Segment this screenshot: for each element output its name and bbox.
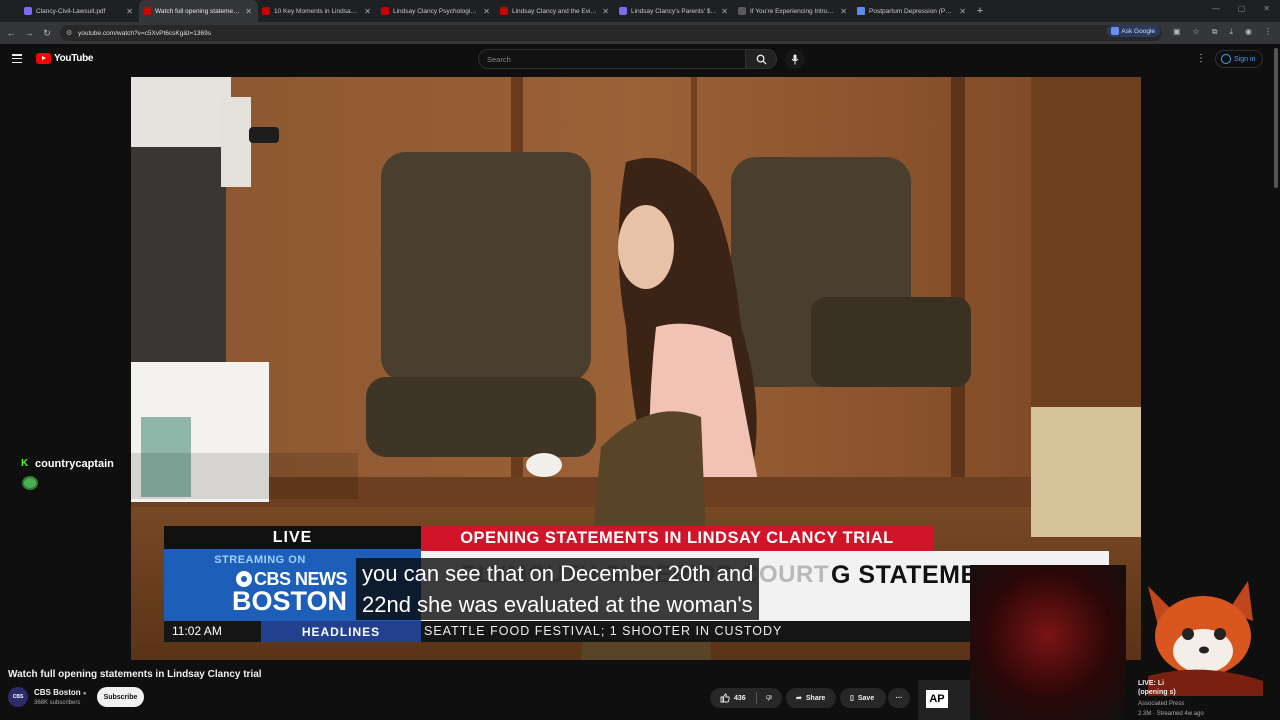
pdf-icon: [619, 7, 627, 15]
like-dislike-group: 436: [710, 688, 782, 708]
red-panda-avatar-icon: [1148, 581, 1263, 696]
channel-avatar[interactable]: CBS: [8, 687, 28, 707]
bookmark-star-icon[interactable]: ☆: [1193, 27, 1200, 37]
youtube-icon: [381, 7, 389, 15]
chat-username: countrycaptain: [35, 458, 114, 470]
account-icon: [1221, 54, 1231, 64]
new-tab-button[interactable]: +: [972, 5, 988, 17]
chat-overlay: K countrycaptain: [18, 453, 358, 499]
back-arrow-icon[interactable]: ←: [2, 28, 20, 38]
browser-tab[interactable]: Lindsay Clancy and the Eviden ✕: [496, 0, 615, 22]
subscriber-count: 368K subscribers: [34, 700, 81, 706]
youtube-icon: [262, 7, 270, 15]
pdf-icon: [24, 7, 32, 15]
browser-tab[interactable]: 10 Key Moments in Lindsay Cla ✕: [258, 0, 377, 22]
city-label: BOSTON: [232, 586, 348, 616]
headline-banner: OPENING STATEMENTS IN LINDSAY CLANCY TRI…: [421, 526, 933, 551]
google-lens-icon: [1111, 27, 1120, 35]
youtube-icon: [143, 7, 151, 15]
close-tab-icon[interactable]: ✕: [602, 7, 609, 16]
channel-name[interactable]: CBS Boston ●: [34, 688, 87, 697]
chat-overlay-backdrop: [128, 453, 358, 499]
close-tab-icon[interactable]: ✕: [126, 7, 133, 16]
extensions-icon[interactable]: ⧉: [1212, 27, 1218, 37]
close-tab-icon[interactable]: ✕: [721, 7, 728, 16]
reload-icon[interactable]: ↻: [38, 28, 56, 39]
more-actions-button[interactable]: ···: [888, 688, 910, 708]
menu-icon[interactable]: [12, 54, 22, 64]
close-tab-icon[interactable]: ✕: [840, 7, 847, 16]
live-label: LIVE: [164, 526, 421, 549]
browser-tab[interactable]: If You're Experiencing Intrusive ✕: [734, 0, 853, 22]
maximize-icon[interactable]: ▢: [1238, 4, 1246, 13]
share-button[interactable]: ➦ Share: [786, 688, 836, 708]
screenshot-icon[interactable]: ▣: [1173, 27, 1181, 37]
close-tab-icon[interactable]: ✕: [959, 7, 966, 16]
browser-toolbar: ← → ↻ ⚙ youtube.com/watch?v=c5XvPt6csKg&…: [0, 22, 1280, 44]
site-info-icon[interactable]: ⚙: [66, 29, 72, 37]
browser-tab[interactable]: Postpartum Depression (PPD): ✕: [853, 0, 972, 22]
browser-tab[interactable]: Clancy-Civil-Lawsuit.pdf ✕: [20, 0, 139, 22]
browser-tab[interactable]: Lindsay Clancy Psychologist Di ✕: [377, 0, 496, 22]
like-button[interactable]: 436: [720, 693, 746, 703]
subscribe-button[interactable]: Subscribe: [97, 687, 144, 707]
recommended-channel: Associated Press: [1138, 701, 1185, 707]
close-window-icon[interactable]: ✕: [1263, 4, 1270, 13]
close-tab-icon[interactable]: ✕: [245, 7, 252, 16]
closed-caption: you can see that on December 20th and 22…: [356, 558, 760, 620]
settings-kebab-icon[interactable]: ⋮: [1196, 53, 1206, 64]
profile-icon[interactable]: ◉: [1245, 27, 1252, 37]
browser-tab[interactable]: Lindsay Clancy's Parents' $1 M ✕: [615, 0, 734, 22]
search-icon: [756, 54, 767, 65]
stream-overlay-artwork: [970, 565, 1126, 720]
youtube-header: YouTube Search ⋮ Sign in: [0, 44, 1280, 76]
ap-logo: AP: [926, 690, 948, 708]
share-arrow-icon: ➦: [796, 695, 802, 702]
verified-icon: ●: [82, 691, 87, 697]
caption-line-2: 22nd she was evaluated at the woman's: [362, 592, 753, 617]
headlines-label: HEADLINES: [261, 621, 421, 642]
download-icon[interactable]: ⤓: [1229, 27, 1233, 37]
recommended-video-thumbnail[interactable]: AP: [918, 680, 970, 720]
browser-tab-strip: Clancy-Civil-Lawsuit.pdf ✕ Watch full ope…: [0, 0, 1280, 22]
recommended-video-title[interactable]: LIVE: Li (opening s): [1138, 679, 1218, 697]
url-text: youtube.com/watch?v=c5XvPt6csKg&t=1369s: [78, 29, 211, 37]
recommended-meta: 2.3M · Streamed 4w ago: [1138, 711, 1204, 717]
voice-search-button[interactable]: [785, 49, 805, 69]
ask-google-button[interactable]: Ask Google: [1107, 25, 1160, 37]
caption-line-1: you can see that on December 20th and: [362, 561, 754, 586]
ticker-bar: 11:02 AM HEADLINES SEATTLE FOOD FESTIVAL…: [164, 621, 970, 642]
bookmark-icon: ▯: [850, 695, 854, 702]
globe-emote-icon: [22, 476, 38, 490]
save-button[interactable]: ▯ Save: [840, 688, 886, 708]
youtube-logo[interactable]: YouTube: [36, 53, 94, 64]
streaming-on-label: STREAMING ON: [214, 554, 306, 566]
page-scrollbar[interactable]: [1274, 48, 1278, 188]
cbs-eye-icon: [236, 571, 252, 587]
forward-arrow-icon[interactable]: →: [20, 28, 38, 38]
thumbs-up-icon: [720, 693, 730, 703]
youtube-icon: [500, 7, 508, 15]
broadcast-time: 11:02 AM: [172, 624, 222, 638]
search-button[interactable]: [745, 49, 777, 69]
close-tab-icon[interactable]: ✕: [364, 7, 371, 16]
youtube-play-icon: [36, 53, 51, 64]
sign-in-button[interactable]: Sign in: [1215, 50, 1264, 68]
video-title: Watch full opening statements in Lindsay…: [8, 669, 262, 680]
window-controls: — ▢ ✕: [1212, 4, 1270, 13]
browser-menu-icon[interactable]: ⋮: [1264, 27, 1272, 37]
minimize-icon[interactable]: —: [1212, 4, 1220, 13]
divider: [755, 692, 757, 704]
browser-actions: ▣ ☆ ⧉ ⤓ ◉ ⋮: [1173, 27, 1272, 37]
thumbs-down-icon[interactable]: [766, 693, 772, 703]
address-bar[interactable]: ⚙ youtube.com/watch?v=c5XvPt6csKg&t=1369…: [60, 25, 1162, 41]
browser-tab-active[interactable]: Watch full opening statements ✕: [139, 0, 258, 22]
page-icon: [738, 7, 746, 15]
microphone-icon: [791, 54, 799, 64]
search-input[interactable]: Search: [478, 49, 746, 69]
kick-icon: K: [21, 458, 29, 469]
doc-icon: [857, 7, 865, 15]
close-tab-icon[interactable]: ✕: [483, 7, 490, 16]
ticker-crawl: SEATTLE FOOD FESTIVAL; 1 SHOOTER IN CUST…: [424, 624, 783, 638]
